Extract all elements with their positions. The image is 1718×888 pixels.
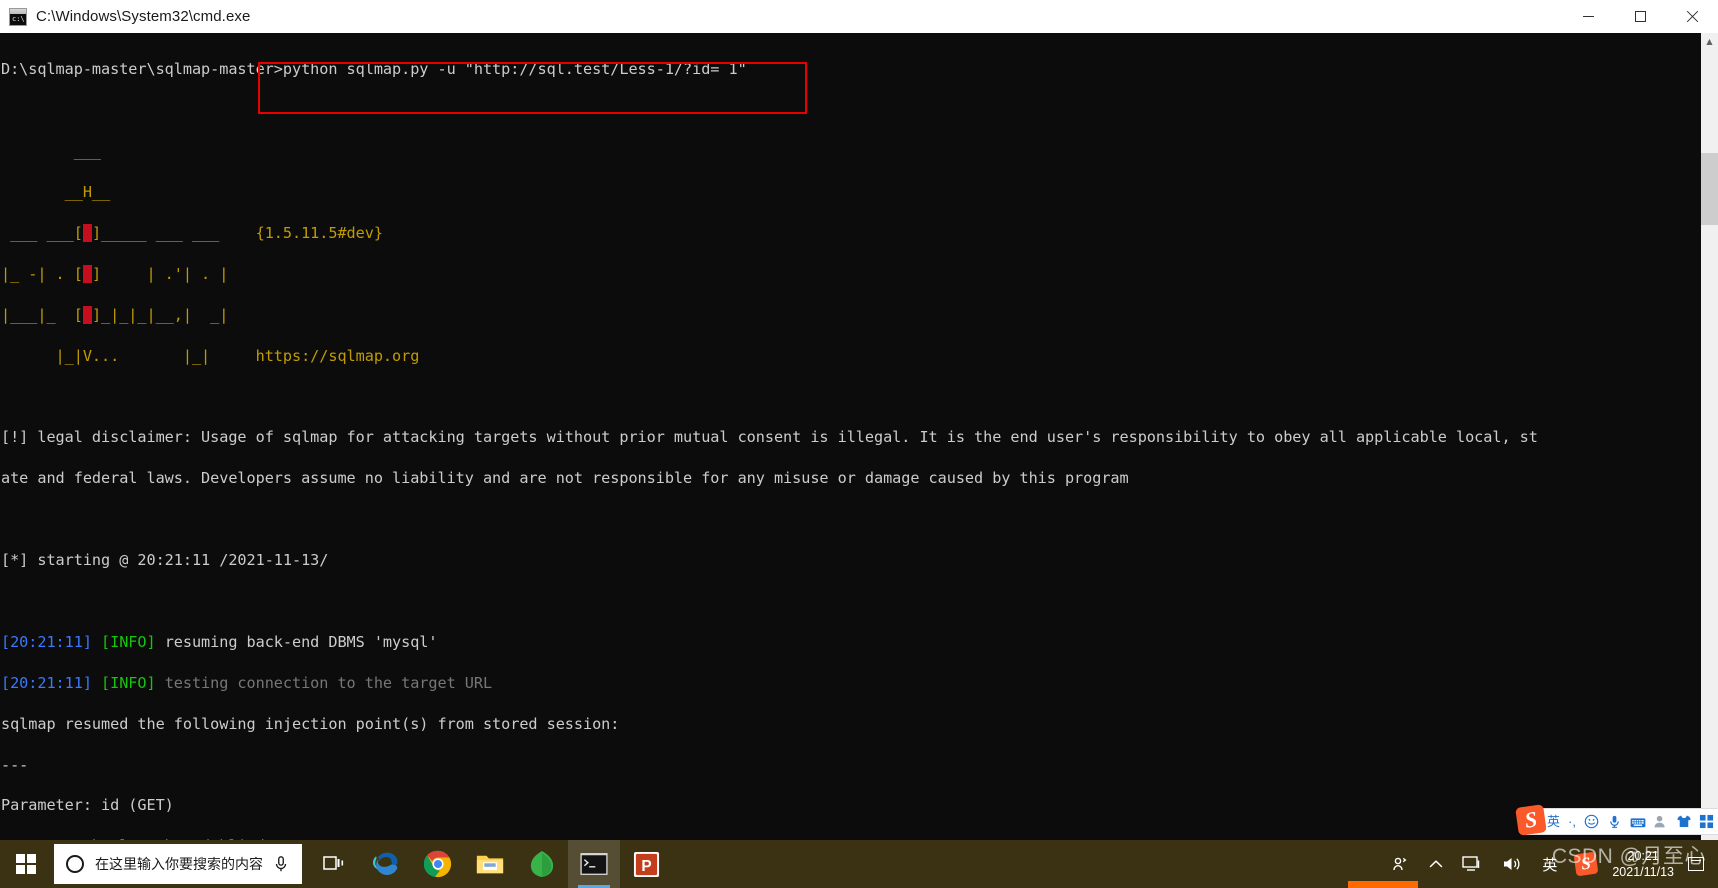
parameter-line: Parameter: id (GET) [1,796,174,815]
logo-line-6: |_|V... |_| https://sqlmap.org [1,346,420,365]
starting-text: starting @ 20:21:11 /2021-11-13/ [37,551,329,570]
volume-icon[interactable] [1493,840,1533,888]
windows-logo-icon [16,854,36,874]
log-level-info: [INFO] [101,673,156,692]
scrollbar-thumb[interactable] [1701,153,1718,225]
prompt-text: D:\sqlmap-master\sqlmap-master> [1,60,283,79]
log-line-resuming: [20:21:11] [INFO] resuming back-end DBMS… [1,632,1538,652]
taskbar-clock[interactable]: 20:21 2021/11/13 [1606,840,1684,888]
task-view-button[interactable] [308,840,360,888]
taskbar-app-microsoft-edge[interactable] [360,840,412,888]
taskbar-app-file-explorer[interactable] [464,840,516,888]
taskbar-app-command-prompt[interactable] [568,840,620,888]
task-view-icon [323,856,344,870]
microphone-icon[interactable] [272,855,290,873]
disclaimer-tag: [!] [1,428,29,447]
window-title: C:\Windows\System32\cmd.exe [36,8,251,25]
logo-line-2: __H__ [1,183,111,202]
disclaimer-text-1: legal disclaimer: Usage of sqlmap for at… [37,428,1538,447]
taskbar-app-google-chrome[interactable] [412,840,464,888]
command-prompt-icon [580,853,608,875]
tray-sogou-button[interactable]: S [1566,840,1606,888]
ime-mode-text: 英 [1542,856,1558,874]
microsoft-edge-icon [372,852,398,875]
ime-mode-label[interactable]: 英 [1547,815,1560,828]
close-button[interactable] [1666,0,1718,33]
start-button[interactable] [0,840,52,888]
file-explorer-icon [476,855,504,874]
console-scrollbar[interactable]: ▲ ▼ [1701,33,1718,840]
console-text: D:\sqlmap-master\sqlmap-master>python sq… [0,33,1538,840]
disclaimer-line-2: ate and federal laws. Developers assume … [1,468,1538,488]
skin-icon[interactable] [1676,814,1691,829]
emoji-icon[interactable] [1584,814,1599,829]
starting-line: [*] starting @ 20:21:11 /2021-11-13/ [1,550,1538,570]
logo-line-4: |_ -| . [)] | .'| . | [1,264,247,283]
resumed-line: sqlmap resumed the following injection p… [1,714,1538,734]
minimize-icon [1582,16,1594,17]
leaf-icon [530,851,554,877]
search-input[interactable]: 在这里输入你要搜索的内容 [95,854,272,874]
log-message: resuming back-end DBMS 'mysql' [164,632,438,651]
taskbar-app-powerpoint[interactable]: P [620,840,672,888]
ime-punctuation-toggle[interactable]: ·, [1568,815,1576,828]
window-titlebar[interactable]: C:\Windows\System32\cmd.exe [0,0,1718,33]
windows-taskbar: 在这里输入你要搜索的内容 P 英 S 20:21 2021/11/13 [0,840,1718,888]
cmd-icon [9,7,27,26]
tray-ime-label[interactable]: 英 [1533,840,1566,888]
starting-tag: [*] [1,551,29,570]
maximize-button[interactable] [1614,0,1666,33]
log-timestamp: [20:21:11] [1,632,92,651]
taskbar-app-navicat[interactable] [516,840,568,888]
version-text: {1.5.11.5#dev} [255,224,383,243]
show-hidden-icons-button[interactable] [1419,840,1453,888]
decorative-orange-strip [1348,881,1418,888]
taskbar-search-box[interactable]: 在这里输入你要搜索的内容 [54,844,302,884]
powerpoint-icon: P [633,851,659,877]
command-line: D:\sqlmap-master\sqlmap-master>python sq… [1,59,1538,79]
scroll-up-arrow-icon[interactable]: ▲ [1701,33,1718,50]
log-message: testing connection to the target URL [164,673,493,692]
keyboard-icon[interactable] [1630,814,1646,829]
minimize-button[interactable] [1562,0,1614,33]
log-level-info: [INFO] [101,632,156,651]
sqlmap-url: https://sqlmap.org [255,346,420,365]
sogou-ime-toolbar[interactable]: 英 ·, [1526,808,1718,835]
log-timestamp: [20:21:11] [1,673,92,692]
notification-center-button[interactable] [1684,840,1708,888]
separator-top: --- [1,755,29,774]
disclaimer-line-1: [!] legal disclaimer: Usage of sqlmap fo… [1,427,1538,447]
window-controls [1562,0,1718,33]
console-output-area[interactable]: D:\sqlmap-master\sqlmap-master>python sq… [0,33,1718,840]
taskbar-app-list: P [308,840,672,888]
maximize-icon [1634,11,1646,22]
logo-line-5: |___|_ [,]_|_|_|__,| _| [1,305,247,324]
user-icon[interactable] [1653,814,1668,829]
svg-text:P: P [641,857,651,874]
log-line-testing: [20:21:11] [INFO] testing connection to … [1,673,1538,693]
google-chrome-icon [424,850,452,878]
disclaimer-text-2: ate and federal laws. Developers assume … [1,469,1129,488]
clock-time: 20:21 [1627,849,1659,863]
notification-icon [1688,857,1704,871]
network-icon[interactable] [1453,840,1493,888]
command-text: python sqlmap.py -u "http://sql.test/Les… [282,60,747,79]
search-icon [66,855,84,873]
system-tray: 英 S 20:21 2021/11/13 [1381,840,1718,888]
logo-line-1: ___ [1,142,102,161]
close-icon [1686,10,1699,23]
desktop-root: C:\Windows\System32\cmd.exe D:\sqlmap-ma… [0,0,1718,888]
resumed-text: sqlmap resumed the following injection p… [1,714,620,733]
sogou-ime-logo[interactable]: S [1515,804,1547,836]
apps-grid-icon[interactable] [1699,814,1714,829]
microphone-icon[interactable] [1607,814,1622,829]
clock-date: 2021/11/13 [1612,865,1674,879]
sogou-icon: S [1573,851,1599,877]
logo-line-3: ___ ___[.]_____ ___ ___ {1.5.11.5#dev} [1,224,383,243]
